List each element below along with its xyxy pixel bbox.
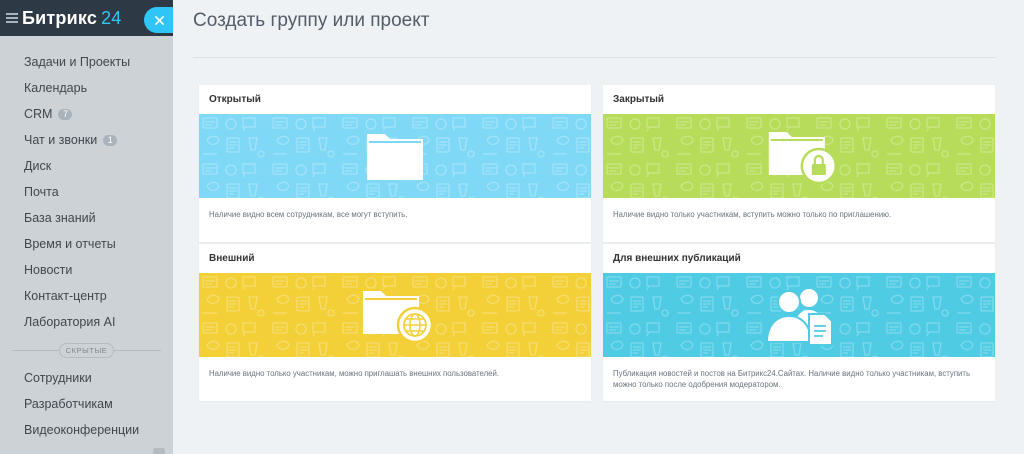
sidebar-item-tasks[interactable]: Задачи и Проекты <box>0 49 173 75</box>
card-external-group[interactable]: Внешний Наличие видно только участникам,… <box>199 244 591 401</box>
users-document-icon <box>765 289 833 346</box>
folder-icon <box>367 134 423 180</box>
sidebar-item-label: Диск <box>24 159 52 173</box>
sidebar-item-label: Задачи и Проекты <box>24 55 131 69</box>
sidebar-item-contact-center[interactable]: Контакт-центр <box>0 283 173 309</box>
sidebar-item-disk[interactable]: Диск <box>0 153 173 179</box>
sidebar: Битрикс 24 Задачи и Проекты Календарь CRM… <box>0 0 173 454</box>
logo[interactable]: Битрикс 24 <box>22 8 121 29</box>
sidebar-item-label: Разработчикам <box>24 397 113 411</box>
card-publications-group[interactable]: Для внешних публикаций Публикация новост… <box>603 244 995 401</box>
logo-number: 24 <box>101 7 122 28</box>
sidebar-item-crm[interactable]: CRM 7 <box>0 101 173 127</box>
close-button[interactable] <box>144 7 174 33</box>
sidebar-item-label: Лаборатория AI <box>24 315 116 329</box>
sidebar-item-label: Время и отчеты <box>24 237 116 251</box>
card-title: Внешний <box>209 253 255 264</box>
card-title: Для внешних публикаций <box>613 253 741 264</box>
card-title: Открытый <box>209 94 261 105</box>
globe-folder-icon <box>362 291 434 343</box>
sidebar-item-label: База знаний <box>24 211 96 225</box>
menu-burger-icon[interactable] <box>6 13 18 23</box>
sidebar-item-label: CRM <box>24 107 53 121</box>
main-panel: Создать группу или проект Открытый Налич… <box>173 0 1024 454</box>
sidebar-item-label: Видеоконференции <box>24 423 140 437</box>
hidden-section-label[interactable]: СКРЫТЫЕ <box>58 342 115 358</box>
card-banner <box>603 273 995 357</box>
card-banner <box>199 273 591 357</box>
sidebar-item-videoconf[interactable]: Видеоконференции <box>0 417 173 443</box>
sidebar-item-time[interactable]: Время и отчеты <box>0 231 173 257</box>
sidebar-item-label: Контакт-центр <box>24 289 107 303</box>
sidebar-item-label: Сотрудники <box>24 371 92 385</box>
card-description: Наличие видно всем сотрудникам, все могу… <box>209 210 408 219</box>
sidebar-item-ai-lab[interactable]: Лаборатория AI <box>0 309 173 335</box>
card-title: Закрытый <box>613 94 665 105</box>
hidden-divider: СКРЫТЫЕ <box>0 335 173 365</box>
counter-badge: 7 <box>58 108 73 120</box>
card-description: Наличие видно только участникам, вступит… <box>613 210 892 219</box>
sidebar-item-mail[interactable]: Почта <box>0 179 173 205</box>
card-banner <box>603 114 995 198</box>
card-banner <box>199 114 591 198</box>
sidebar-menu: Задачи и Проекты Календарь CRM 7 Чат и зв… <box>0 36 173 443</box>
sidebar-item-employees[interactable]: Сотрудники <box>0 365 173 391</box>
sidebar-item-knowledge[interactable]: База знаний <box>0 205 173 231</box>
sidebar-item-developers[interactable]: Разработчикам <box>0 391 173 417</box>
sidebar-item-chat[interactable]: Чат и звонки 1 <box>0 127 173 153</box>
card-description: Публикация новостей и постов на Битрикс2… <box>613 369 971 389</box>
sidebar-item-news[interactable]: Новости <box>0 257 173 283</box>
sidebar-item-label: Новости <box>24 263 73 277</box>
counter-badge: 1 <box>103 134 118 146</box>
sidebar-scrollbar[interactable] <box>153 448 165 454</box>
close-icon <box>154 15 164 25</box>
sidebar-item-label: Чат и звонки <box>24 133 98 147</box>
logo-text: Битрикс <box>22 7 98 28</box>
sidebar-item-calendar[interactable]: Календарь <box>0 75 173 101</box>
page-title: Создать группу или проект <box>193 10 430 31</box>
card-description: Наличие видно только участникам, можно п… <box>209 369 500 378</box>
card-closed-group[interactable]: Закрытый Наличие видно только участникам… <box>603 85 995 242</box>
sidebar-item-label: Календарь <box>24 81 88 95</box>
card-open-group[interactable]: Открытый Наличие видно всем сотрудникам,… <box>199 85 591 242</box>
sidebar-item-label: Почта <box>24 185 59 199</box>
title-divider <box>193 57 996 58</box>
lock-folder-icon <box>768 132 837 184</box>
